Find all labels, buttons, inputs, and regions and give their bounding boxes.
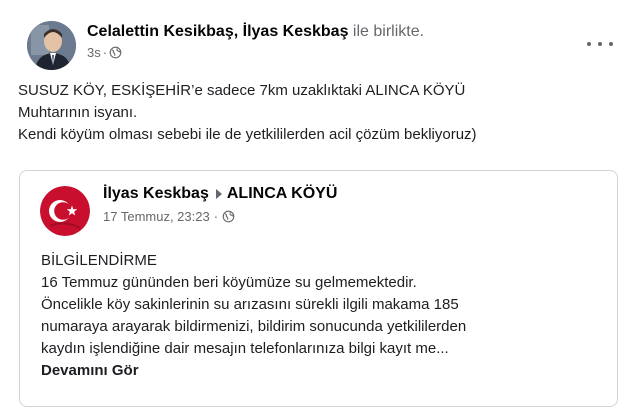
shared-text-line: BİLGİLENDİRME bbox=[41, 252, 157, 269]
more-dots-icon[interactable] bbox=[587, 38, 613, 50]
shared-post-body: BİLGİLENDİRME 16 Temmuz gününden beri kö… bbox=[41, 250, 611, 382]
post-timestamp[interactable]: 3s bbox=[87, 45, 101, 60]
meta-dot: · bbox=[213, 209, 219, 224]
more-dot bbox=[598, 42, 602, 46]
shared-text-line: numaraya arayarak bildirmenizi, bildirim… bbox=[41, 318, 467, 335]
author-avatar[interactable] bbox=[27, 21, 76, 70]
shared-text-line: kaydın işlendiğine dair mesajın telefonl… bbox=[41, 340, 449, 357]
globe-icon[interactable] bbox=[109, 46, 122, 59]
globe-icon[interactable] bbox=[222, 210, 235, 223]
meta-dot: · bbox=[102, 45, 108, 60]
author-name-link[interactable]: Celalettin Kesikbaş bbox=[87, 23, 234, 40]
feed-post: Celalettin Kesikbaş, İlyas Keskbaş ile b… bbox=[0, 0, 637, 415]
caret-right-icon bbox=[215, 189, 222, 199]
shared-post-date[interactable]: 17 Temmuz, 23:23 bbox=[103, 209, 210, 224]
more-dot bbox=[609, 42, 613, 46]
with-text: ile birlikte. bbox=[348, 23, 425, 40]
tagged-user-link[interactable]: İlyas Keskbaş bbox=[243, 23, 349, 40]
shared-text-line: Öncelikle köy sakinlerinin su arızasını … bbox=[41, 296, 459, 313]
post-header: Celalettin Kesikbaş, İlyas Keskbaş ile b… bbox=[87, 22, 424, 42]
shared-text-line: 16 Temmuz gününden beri köyümüze su gelm… bbox=[41, 274, 417, 291]
turkish-flag-image bbox=[40, 186, 90, 236]
name-separator: , bbox=[233, 23, 243, 40]
post-body: SUSUZ KÖY, ESKİŞEHİR’e sadece 7km uzaklı… bbox=[18, 80, 618, 146]
shared-author-avatar[interactable] bbox=[40, 186, 90, 236]
post-text-line: Kendi köyüm olması sebebi ile de yetkili… bbox=[18, 126, 477, 143]
shared-post-meta: 17 Temmuz, 23:23 · bbox=[103, 209, 235, 224]
shared-target-link[interactable]: ALINCA KÖYÜ bbox=[227, 184, 338, 204]
author-portrait-image bbox=[27, 21, 76, 70]
shared-post-card[interactable]: İlyas Keskbaş ALINCA KÖYÜ 17 Temmuz, 23:… bbox=[19, 170, 618, 407]
shared-post-header: İlyas Keskbaş ALINCA KÖYÜ bbox=[103, 184, 337, 204]
post-meta: 3s · bbox=[87, 45, 122, 60]
shared-author-link[interactable]: İlyas Keskbaş bbox=[103, 184, 209, 204]
post-text-line: Muhtarının isyanı. bbox=[18, 104, 138, 121]
see-more-link[interactable]: Devamını Gör bbox=[41, 360, 611, 382]
more-dot bbox=[587, 42, 591, 46]
post-text-line: SUSUZ KÖY, ESKİŞEHİR’e sadece 7km uzaklı… bbox=[18, 82, 466, 99]
